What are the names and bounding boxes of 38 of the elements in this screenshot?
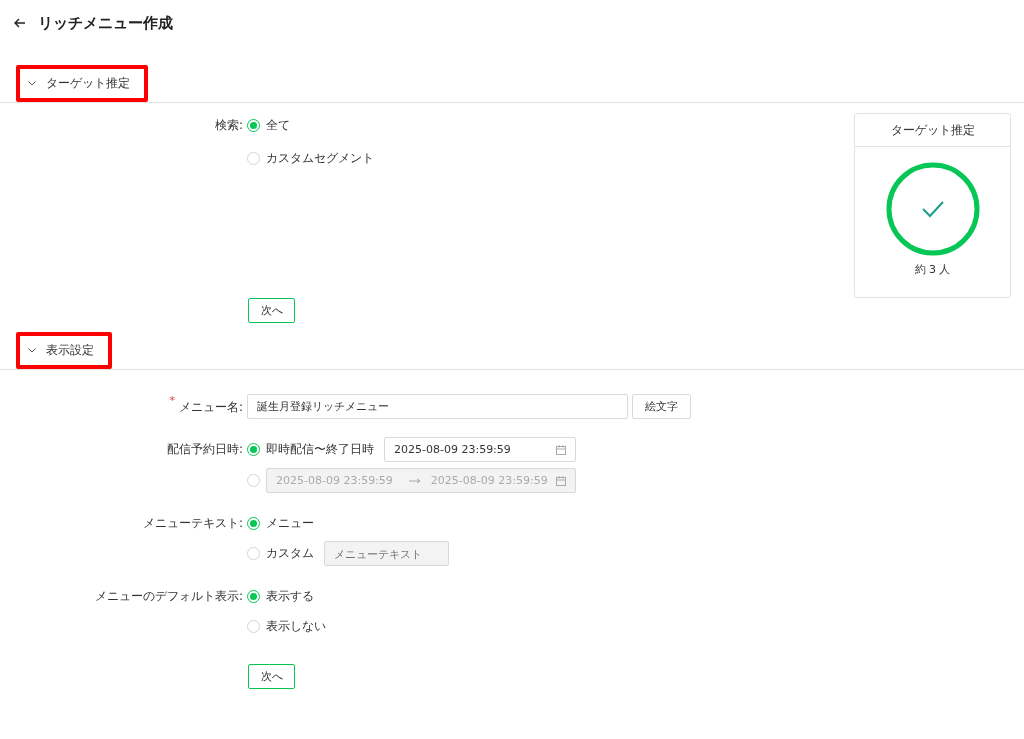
date-field[interactable]: 2025-08-09 23:59:59 [384, 437, 576, 462]
option-label: メニュー [266, 514, 314, 532]
option-label: カスタムセグメント [266, 149, 374, 167]
required-mark: * [169, 394, 175, 407]
calendar-icon [556, 444, 566, 455]
page-title: リッチメニュー作成 [38, 13, 173, 33]
radio-button[interactable] [247, 443, 260, 456]
field-label: 検索: [214, 117, 243, 134]
option-label: カスタム [266, 545, 314, 562]
radio-button[interactable] [247, 619, 260, 633]
estimate-count: 約 3 人 [914, 262, 951, 277]
emoji-button[interactable]: 絵文字 [632, 394, 691, 419]
field-label: 配信予約日時: [166, 441, 243, 458]
radio-button[interactable] [247, 151, 260, 165]
section-header[interactable]: 表示設定 [16, 332, 112, 369]
radio-button[interactable] [247, 118, 260, 132]
radio-button[interactable] [247, 547, 260, 560]
check-circle-icon [885, 162, 980, 256]
field-label: メニューテキスト: [142, 515, 243, 532]
card-title: ターゲット推定 [890, 121, 975, 139]
chevron-icon [28, 81, 36, 86]
radio-button[interactable] [247, 516, 260, 530]
arrow-icon [408, 477, 421, 484]
back-arrow-icon[interactable] [14, 18, 26, 28]
option-label: 全て [266, 116, 290, 134]
chevron-icon [28, 348, 36, 353]
next-button[interactable]: 次へ [248, 664, 295, 689]
option-label: 即時配信〜終了日時 [266, 441, 374, 458]
field-label: メニュー名: [178, 399, 243, 416]
field-label: メニューのデフォルト表示: [94, 588, 243, 605]
radio-button[interactable] [247, 474, 260, 487]
calendar-icon [556, 475, 566, 486]
menu-name-field[interactable]: 誕生月登録リッチメニュー [247, 394, 628, 419]
section-header[interactable]: ターゲット推定 [16, 65, 148, 102]
radio-button[interactable] [247, 589, 260, 603]
option-label: 表示する [266, 587, 314, 605]
next-button[interactable]: 次へ [248, 298, 295, 323]
option-label: 表示しない [266, 617, 326, 635]
